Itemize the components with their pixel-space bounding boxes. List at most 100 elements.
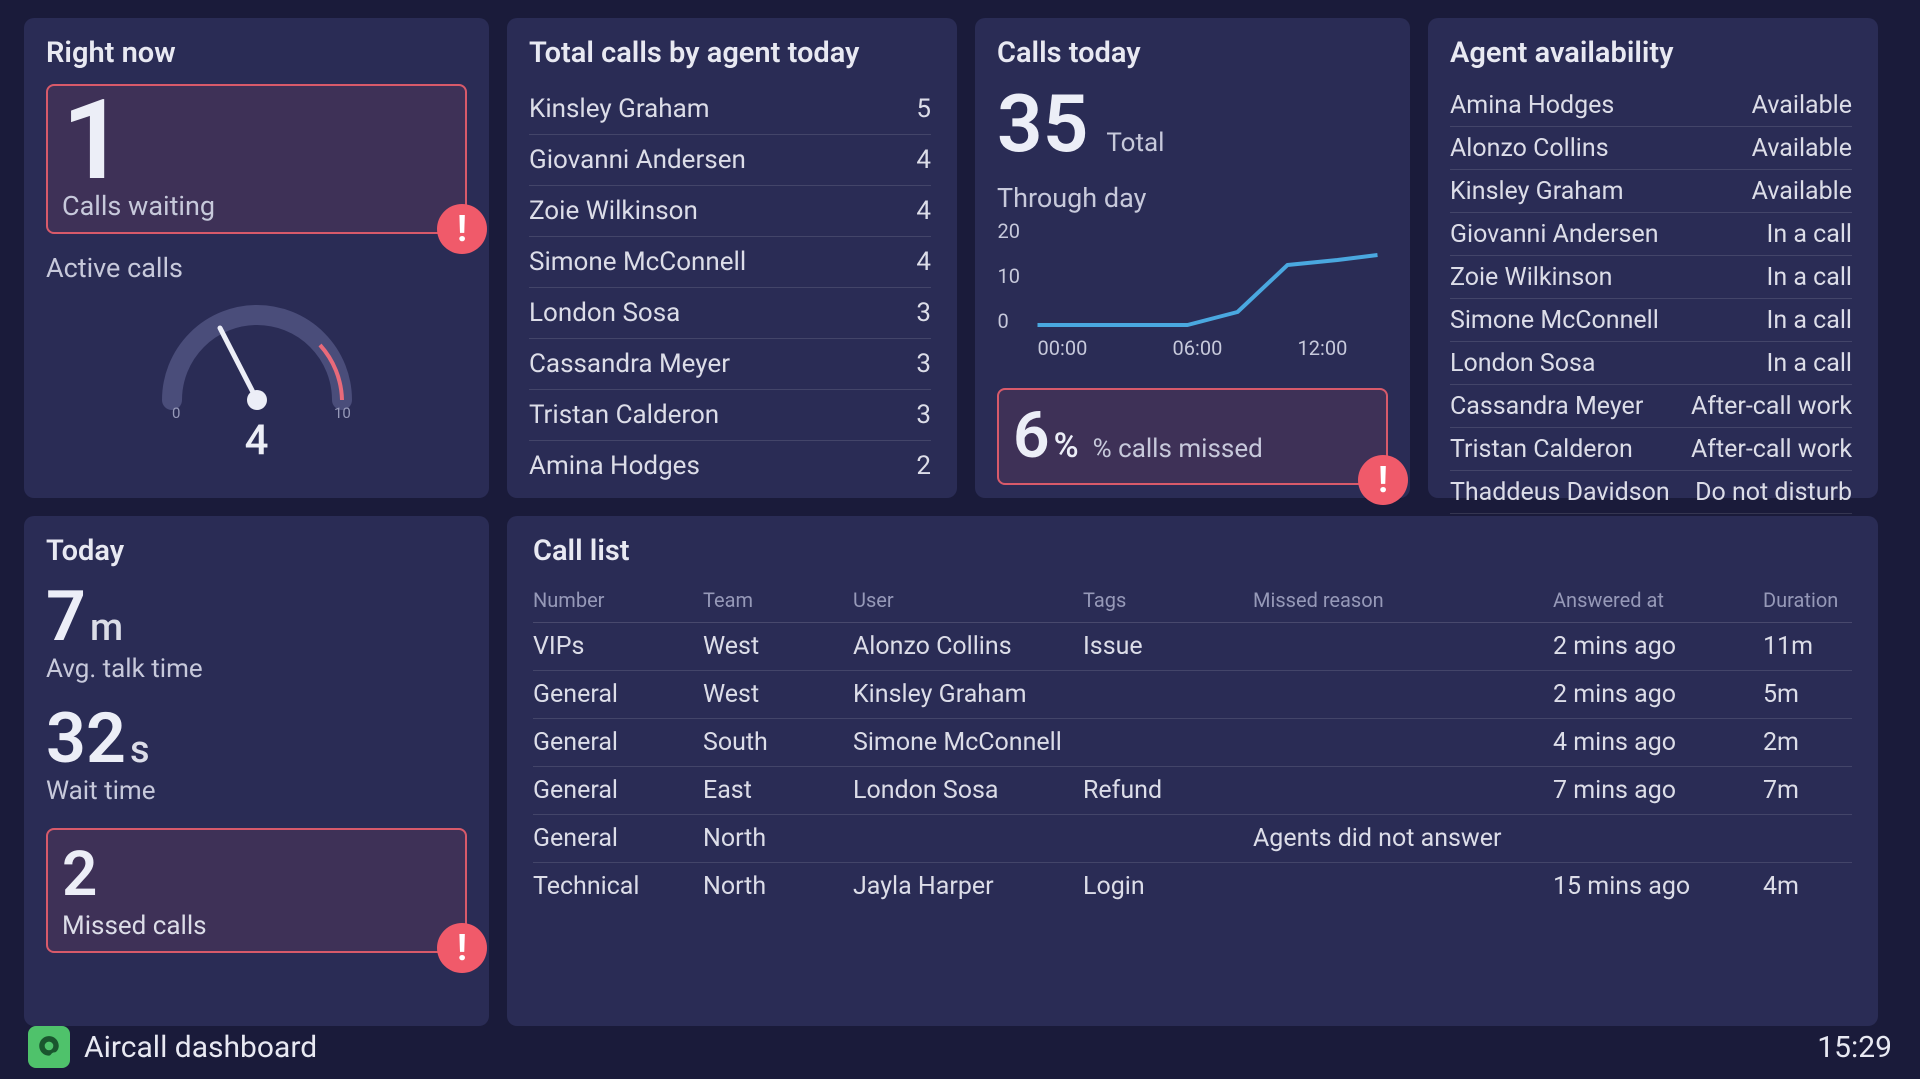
cell-team: East <box>703 776 853 805</box>
agent-count: 3 <box>916 400 931 430</box>
missed-pct-label: % calls missed <box>1093 434 1263 464</box>
call-list-row: VIPsWestAlonzo CollinsIssue2 mins ago11m <box>533 623 1852 671</box>
agent-count: 2 <box>916 451 931 481</box>
availability-panel: Agent availability Amina HodgesAvailable… <box>1428 18 1878 498</box>
agent-count: 3 <box>916 349 931 379</box>
gauge-max: 10 <box>334 404 351 420</box>
agent-count: 5 <box>916 94 931 124</box>
agent-count: 4 <box>916 145 931 175</box>
availability-row: Kinsley GrahamAvailable <box>1450 170 1852 213</box>
calls-waiting-alert: 1 Calls waiting ! <box>46 84 467 234</box>
today-title: Today <box>46 534 467 568</box>
agent-status: After-call work <box>1691 435 1852 464</box>
availability-row: London SosaIn a call <box>1450 342 1852 385</box>
aircall-logo-icon <box>28 1026 70 1068</box>
cell-duration: 5m <box>1763 680 1873 709</box>
col-answered-at: Answered at <box>1553 588 1763 612</box>
cell-tags: Refund <box>1083 776 1253 805</box>
gauge-value: 4 <box>245 416 269 465</box>
call-list-title: Call list <box>533 534 1852 568</box>
svg-text:12:00: 12:00 <box>1298 336 1348 360</box>
call-list-row: GeneralWestKinsley Graham2 mins ago5m <box>533 671 1852 719</box>
footer-title: Aircall dashboard <box>84 1030 317 1065</box>
cell-duration: 4m <box>1763 872 1873 901</box>
svg-text:06:00: 06:00 <box>1173 336 1223 360</box>
missed-calls-value: 2 <box>62 838 451 911</box>
availability-row: Tristan CalderonAfter-call work <box>1450 428 1852 471</box>
calls-today-panel: Calls today 35 Total Through day 20 10 0… <box>975 18 1410 498</box>
cell-number: General <box>533 776 703 805</box>
agent-name: London Sosa <box>529 298 680 328</box>
agent-status: In a call <box>1767 349 1852 378</box>
col-user: User <box>853 588 1083 612</box>
through-day-label: Through day <box>997 182 1388 214</box>
agent-name: Cassandra Meyer <box>529 349 730 379</box>
col-team: Team <box>703 588 853 612</box>
gauge-min: 0 <box>172 404 180 420</box>
right-now-panel: Right now 1 Calls waiting ! Active calls… <box>24 18 489 498</box>
cell-team: West <box>703 680 853 709</box>
agent-name: Cassandra Meyer <box>1450 392 1691 421</box>
active-calls-gauge: 0 10 4 <box>46 290 467 465</box>
today-panel: Today 7m Avg. talk time 32s Wait time 2 … <box>24 516 489 1026</box>
cell-duration: 7m <box>1763 776 1873 805</box>
cell-user: Alonzo Collins <box>853 632 1083 661</box>
wait-time-unit: s <box>130 728 150 772</box>
cell-team: North <box>703 872 853 901</box>
agent-status: Available <box>1752 134 1852 163</box>
agent-calls-panel: Total calls by agent today Kinsley Graha… <box>507 18 957 498</box>
wait-time-value: 32 <box>46 698 126 780</box>
agent-count: 4 <box>916 247 931 277</box>
agent-count: 4 <box>916 196 931 226</box>
availability-title: Agent availability <box>1450 36 1852 70</box>
call-list-row: TechnicalNorthJayla HarperLogin15 mins a… <box>533 863 1852 910</box>
footer: Aircall dashboard 15:29 <box>0 1015 1920 1079</box>
agent-name: Simone McConnell <box>1450 306 1767 335</box>
call-list-header: Number Team User Tags Missed reason Answ… <box>533 582 1852 623</box>
call-list-panel: Call list Number Team User Tags Missed r… <box>507 516 1878 1026</box>
alert-icon: ! <box>1358 455 1408 505</box>
agent-name: Tristan Calderon <box>1450 435 1691 464</box>
cell-user: Kinsley Graham <box>853 680 1083 709</box>
cell-team: South <box>703 728 853 757</box>
cell-number: VIPs <box>533 632 703 661</box>
cell-tags: Issue <box>1083 632 1253 661</box>
svg-text:0: 0 <box>998 309 1009 333</box>
svg-text:10: 10 <box>998 264 1020 288</box>
agent-count: 3 <box>916 298 931 328</box>
missed-pct-unit: % <box>1054 426 1079 466</box>
cell-user: Jayla Harper <box>853 872 1083 901</box>
calls-waiting-label: Calls waiting <box>62 190 451 222</box>
agent-name: Zoie Wilkinson <box>1450 263 1767 292</box>
agent-calls-row: Tristan Calderon 3 <box>529 390 931 441</box>
footer-time: 15:29 <box>1817 1030 1892 1065</box>
availability-row: Zoie WilkinsonIn a call <box>1450 256 1852 299</box>
col-missed-reason: Missed reason <box>1253 588 1553 612</box>
col-tags: Tags <box>1083 588 1253 612</box>
cell-team: North <box>703 824 853 853</box>
availability-row: Thaddeus DavidsonDo not disturb <box>1450 471 1852 514</box>
agent-name: Alonzo Collins <box>1450 134 1752 163</box>
cell-user: Simone McConnell <box>853 728 1083 757</box>
calls-today-title: Calls today <box>997 36 1388 70</box>
agent-name: London Sosa <box>1450 349 1767 378</box>
agent-calls-title: Total calls by agent today <box>529 36 931 70</box>
agent-name: Amina Hodges <box>1450 91 1752 120</box>
availability-row: Giovanni AndersenIn a call <box>1450 213 1852 256</box>
avg-talk-time-unit: m <box>90 606 123 650</box>
agent-status: Available <box>1752 91 1852 120</box>
agent-name: Kinsley Graham <box>529 94 710 124</box>
cell-answered-at: 2 mins ago <box>1553 680 1763 709</box>
calls-today-total-label: Total <box>1106 128 1164 158</box>
col-duration: Duration <box>1763 588 1873 612</box>
cell-user: London Sosa <box>853 776 1083 805</box>
calls-waiting-value: 1 <box>62 94 451 188</box>
agent-name: Tristan Calderon <box>529 400 719 430</box>
missed-calls-label: Missed calls <box>62 911 451 941</box>
missed-pct-alert: 6 % % calls missed ! <box>997 388 1388 485</box>
availability-row: Alonzo CollinsAvailable <box>1450 127 1852 170</box>
agent-name: Kinsley Graham <box>1450 177 1752 206</box>
cell-duration: 2m <box>1763 728 1873 757</box>
agent-calls-row: Giovanni Andersen4 <box>529 135 931 186</box>
avg-talk-time-value: 7 <box>46 576 86 658</box>
